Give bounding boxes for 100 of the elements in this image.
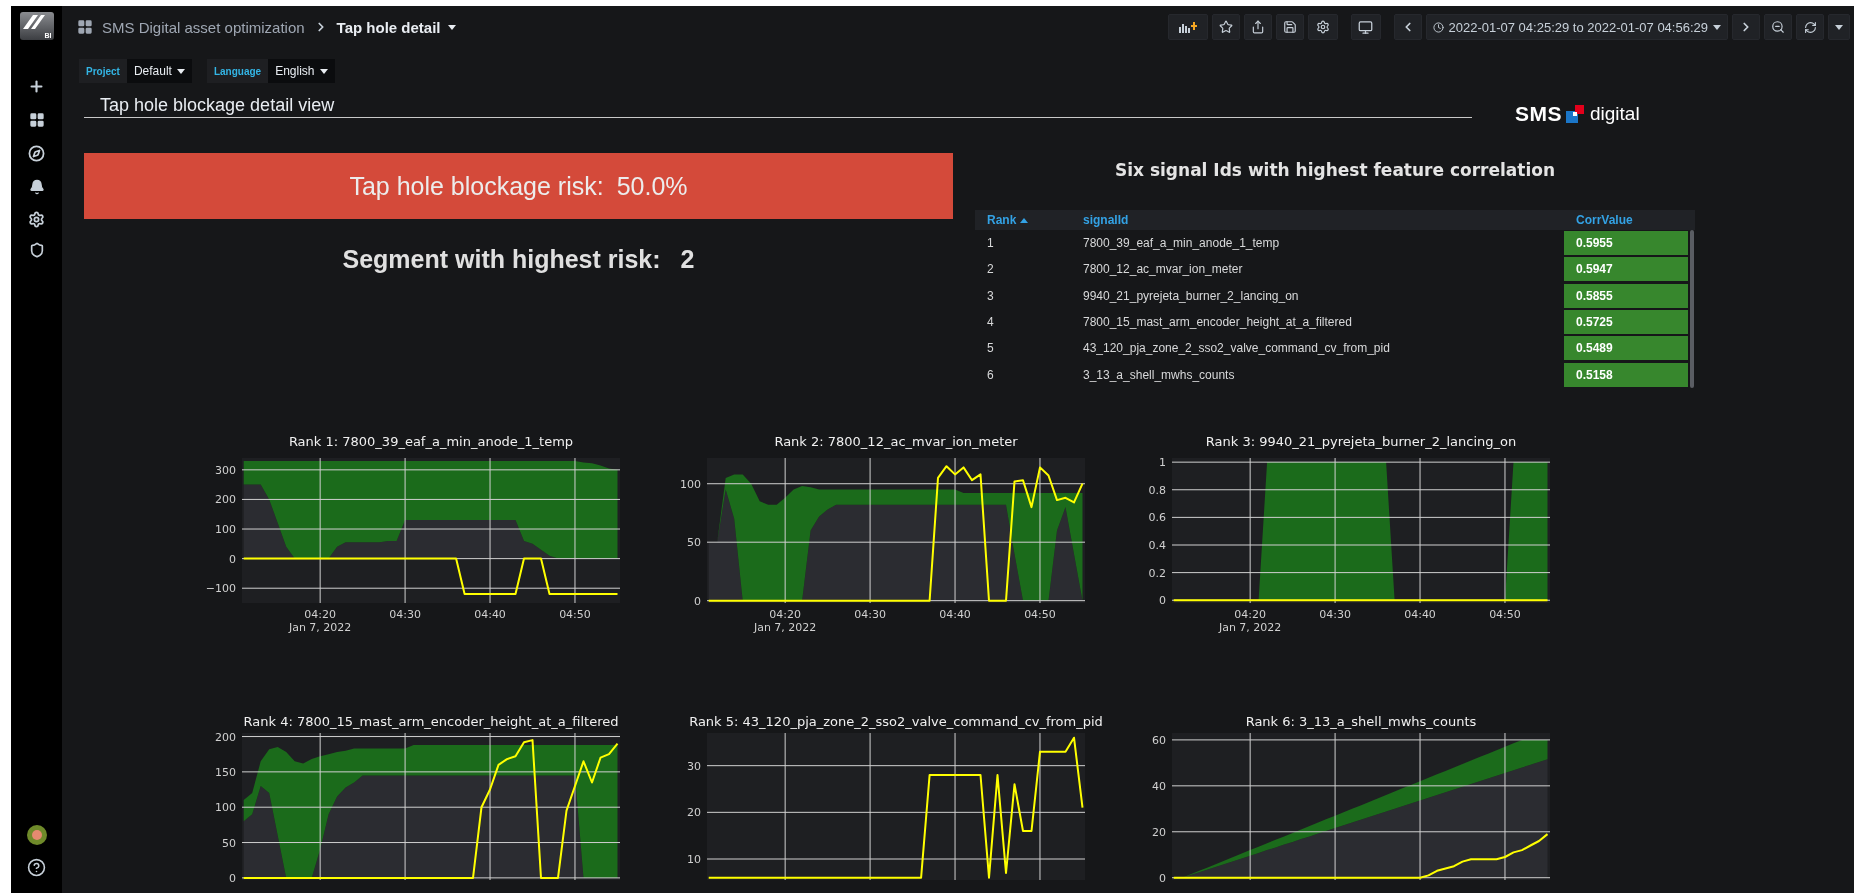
x-tick-label: 04:40	[939, 607, 971, 621]
table-cell-text: 7800_12_ac_mvar_ion_meter	[1082, 262, 1244, 277]
plus-icon	[28, 77, 45, 95]
chart-title: Rank 4: 7800_15_mast_arm_encoder_height_at_a_filtered	[243, 713, 619, 730]
table-cell-text: 7800_39_eaf_a_min_anode_1_temp	[1082, 236, 1281, 251]
refresh-button[interactable]	[1796, 14, 1824, 40]
bell-icon	[28, 179, 45, 195]
column-header[interactable]: Rank	[975, 213, 1029, 227]
logo-mark-icon	[1566, 104, 1586, 124]
risk-value: 50.0%	[616, 171, 688, 201]
caret-icon	[319, 68, 328, 74]
refresh-icon	[1803, 20, 1817, 34]
breadcrumb-link[interactable]: SMS Digital asset optimization	[102, 18, 305, 36]
scrollbar[interactable]	[1690, 230, 1694, 388]
x-axis-label: Jan 7, 2022	[1218, 620, 1282, 634]
x-tick-label: 04:40	[474, 607, 506, 621]
table-cell: 0.5855	[1564, 283, 1688, 308]
variable-dropdown[interactable]: Default	[126, 59, 192, 83]
logo-text: SMS	[1515, 102, 1562, 126]
y-tick-label: 300	[215, 463, 236, 477]
table-cell-text: 5	[986, 341, 995, 356]
y-tick-label: 10	[687, 852, 701, 866]
y-tick-label: 0.2	[1148, 566, 1166, 580]
column-header[interactable]: CorrValue	[1564, 213, 1633, 227]
y-tick-label: 0	[1159, 594, 1166, 607]
refresh-interval-button[interactable]	[1828, 14, 1850, 40]
table-cell-text: 2	[986, 262, 995, 277]
y-tick-label: 200	[215, 730, 236, 744]
y-tick-label: 30	[687, 759, 701, 773]
y-tick-label: 100	[680, 477, 701, 491]
table-cell: 0.5955	[1564, 231, 1688, 256]
clock-icon	[1432, 21, 1444, 33]
y-tick-label: −100	[205, 582, 236, 595]
time-range-picker[interactable]: 2022-01-07 04:25:29 to 2022-01-07 04:56:29	[1425, 14, 1728, 40]
y-tick-label: 50	[222, 836, 236, 850]
table-cell: 0.5489	[1564, 336, 1688, 361]
explore-button[interactable]	[26, 143, 47, 163]
table-title: Six signal Ids with highest feature correlation	[1113, 160, 1556, 182]
dashboards-icon	[77, 19, 93, 35]
compass-icon	[28, 144, 45, 162]
y-tick-label: 0	[229, 871, 236, 885]
y-tick-label: 40	[1152, 779, 1166, 793]
table-cell-text: 3_13_a_shell_mwhs_counts	[1082, 367, 1236, 382]
table-cell: 0.5725	[1564, 310, 1688, 335]
zoom-out-button[interactable]	[1764, 14, 1792, 40]
table-cell-text: 7800_15_mast_arm_encoder_height_at_a_filtered	[1082, 315, 1353, 330]
settings-icon	[1315, 20, 1330, 34]
add-panel-icon	[1178, 21, 1197, 33]
star-icon	[1218, 20, 1233, 34]
table-cell-text: 4	[986, 315, 995, 330]
y-tick-label: 150	[215, 765, 236, 779]
y-tick-label: 100	[215, 522, 236, 536]
table-cell-text: 3	[986, 288, 995, 303]
save-icon	[1282, 20, 1297, 34]
tv-mode-button[interactable]	[1350, 14, 1381, 40]
table-cell: 0.5947	[1564, 257, 1688, 282]
chart-title: Rank 3: 9940_21_pyrejeta_burner_2_lancing_on	[1205, 433, 1517, 450]
y-tick-label: 50	[687, 535, 701, 549]
variable-label: Project	[79, 59, 127, 83]
variable-dropdown[interactable]: English	[268, 59, 335, 83]
chart-title: Rank 1: 7800_39_eaf_a_min_anode_1_temp	[288, 433, 574, 450]
table-cell-text: 1	[986, 236, 995, 251]
add-panel-button[interactable]	[1167, 14, 1208, 40]
x-tick-label: 04:30	[1319, 607, 1351, 621]
settings-button[interactable]	[26, 209, 47, 229]
segment-value: 2	[680, 244, 695, 274]
x-tick-label: 04:40	[1404, 607, 1436, 621]
y-tick-label: 0	[229, 552, 236, 566]
column-header[interactable]: signalId	[1071, 213, 1129, 227]
segment-label: Segment with highest risk:	[342, 244, 661, 274]
y-tick-label: 0	[694, 594, 701, 608]
time-forward-button[interactable]	[1732, 14, 1760, 40]
x-tick-label: 04:20	[1234, 607, 1266, 621]
y-tick-label: 60	[1152, 733, 1166, 747]
y-tick-label: 0.4	[1148, 538, 1166, 552]
x-tick-label: 04:30	[389, 607, 421, 621]
x-tick-label: 04:50	[1024, 607, 1056, 621]
share-icon	[1250, 20, 1265, 34]
table-cell-text: 6	[986, 367, 995, 382]
page-title: Tap hole blockage detail view	[100, 94, 335, 116]
save-button[interactable]	[1275, 14, 1304, 40]
y-tick-label: 20	[1152, 825, 1166, 839]
user-avatar[interactable]	[26, 825, 47, 845]
logo-text: digital	[1590, 103, 1640, 125]
zoom-out-icon	[1771, 20, 1785, 34]
dashboard-title-button[interactable]: Tap hole detail	[336, 18, 456, 36]
help-button[interactable]	[26, 857, 47, 877]
monitor-icon	[1358, 19, 1373, 35]
share-button[interactable]	[1243, 14, 1272, 40]
grid-icon	[28, 112, 45, 128]
star-button[interactable]	[1211, 14, 1240, 40]
y-tick-label: 0	[1159, 871, 1166, 885]
chart-title: Rank 6: 3_13_a_shell_mwhs_counts	[1245, 713, 1477, 730]
variable-label: Language	[206, 59, 269, 83]
x-axis-label: Jan 7, 2022	[753, 620, 817, 634]
caret-icon	[447, 24, 456, 30]
time-back-button[interactable]	[1393, 14, 1422, 40]
settings-button[interactable]	[1307, 14, 1338, 40]
x-axis-label: Jan 7, 2022	[288, 620, 352, 634]
x-tick-label: 04:20	[769, 607, 801, 621]
